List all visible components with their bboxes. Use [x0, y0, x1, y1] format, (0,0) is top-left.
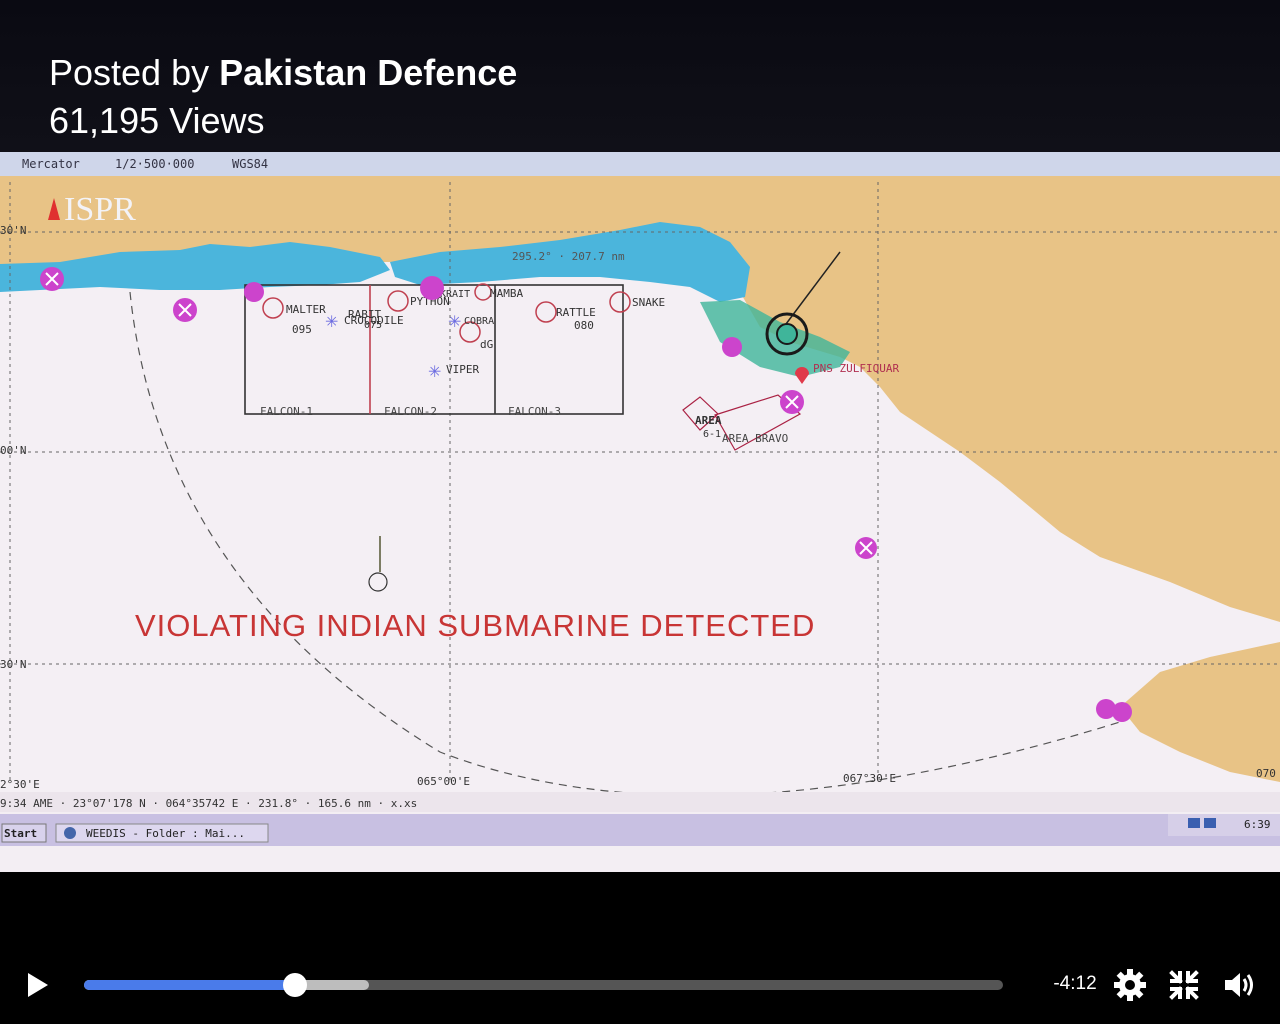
fullscreen-icon[interactable] — [1166, 967, 1202, 1003]
lat-label-3: 30'N — [0, 658, 27, 671]
sonobuoy-krait: KRAIT — [440, 289, 470, 300]
lat-label-4: 2°30'E — [0, 778, 40, 791]
ship-name-label: PNS ZULFIQUAR — [813, 362, 899, 375]
view-count: 61,195 Views — [49, 100, 265, 141]
author-name[interactable]: Pakistan Defence — [219, 52, 517, 93]
tray-network-icon — [1188, 818, 1200, 828]
posted-by-line: Posted by Pakistan Defence — [49, 52, 517, 94]
scale-label: 1/2·500·000 — [115, 157, 194, 171]
svg-text:✳: ✳ — [325, 314, 338, 331]
falcon-3-label: FALCON-3 — [508, 405, 561, 418]
settings-gear-icon[interactable] — [1112, 967, 1148, 1003]
area-number: 6-1 — [703, 429, 721, 440]
depth-095: 095 — [292, 323, 312, 336]
lon-label-2: 067°30'E — [843, 772, 896, 785]
svg-text:✳: ✳ — [428, 364, 441, 381]
range-bearing-text: 295.2° · 207.7 nm — [512, 250, 625, 263]
play-icon[interactable] — [22, 970, 52, 1000]
sonobuoy-mamba: MAMBA — [490, 287, 523, 300]
sonobuoy-malter: MALTER — [286, 303, 326, 316]
lat-label-1: 30'N — [0, 224, 27, 237]
time-remaining: -4:12 — [1053, 973, 1097, 994]
datum-dg: dG — [480, 338, 493, 351]
own-ship-center — [776, 323, 798, 345]
datum-label: WGS84 — [232, 157, 268, 171]
sonobuoy-snake: SNAKE — [632, 296, 665, 309]
sonobuoy-viper: VIPER — [446, 363, 479, 376]
submarine-alert-text: VIOLATING INDIAN SUBMARINE DETECTED — [135, 608, 815, 643]
posted-prefix: Posted by — [49, 52, 210, 93]
depth-075: 075 — [364, 320, 382, 331]
sonobuoy-cobra: COBRA — [464, 316, 494, 327]
lon-label-1: 065°00'E — [417, 775, 470, 788]
tray-volume-icon — [1204, 818, 1216, 828]
taskbar-window-label: WEEDIS - Folder : Mai... — [86, 827, 245, 840]
falcon-1-label: FALCON-1 — [260, 405, 313, 418]
lon-label-3: 070 — [1256, 767, 1276, 780]
player-controls — [0, 872, 1280, 1024]
tray-clock: 6:39 — [1244, 818, 1271, 831]
window-app-icon — [64, 827, 76, 839]
sonobuoy-rattle: RATTLE — [556, 306, 596, 319]
projection-label: Mercator — [22, 157, 80, 171]
video-header: Posted by Pakistan Defence 61,195 Views — [0, 0, 1280, 152]
nautical-chart-screen: Mercator 1/2·500·000 WGS84 ISPR 30'N 00'… — [0, 152, 1280, 846]
status-line-text: 9:34 AME · 23°07'178 N · 064°35742 E · 2… — [0, 797, 417, 810]
ispr-watermark: ISPR — [64, 191, 136, 228]
volume-icon[interactable] — [1222, 967, 1258, 1003]
area-bravo-label: AREA BRAVO — [722, 432, 788, 445]
video-frame[interactable]: Mercator 1/2·500·000 WGS84 ISPR 30'N 00'… — [0, 152, 1280, 872]
lat-label-2: 00'N — [0, 444, 27, 457]
svg-text:✳: ✳ — [448, 314, 461, 331]
start-label: Start — [4, 827, 37, 840]
depth-080: 080 — [574, 319, 594, 332]
played-bar — [84, 980, 296, 990]
area-label: AREA — [695, 414, 722, 427]
falcon-2-label: FALCON-2 — [384, 405, 437, 418]
progress-track[interactable] — [84, 973, 1003, 997]
